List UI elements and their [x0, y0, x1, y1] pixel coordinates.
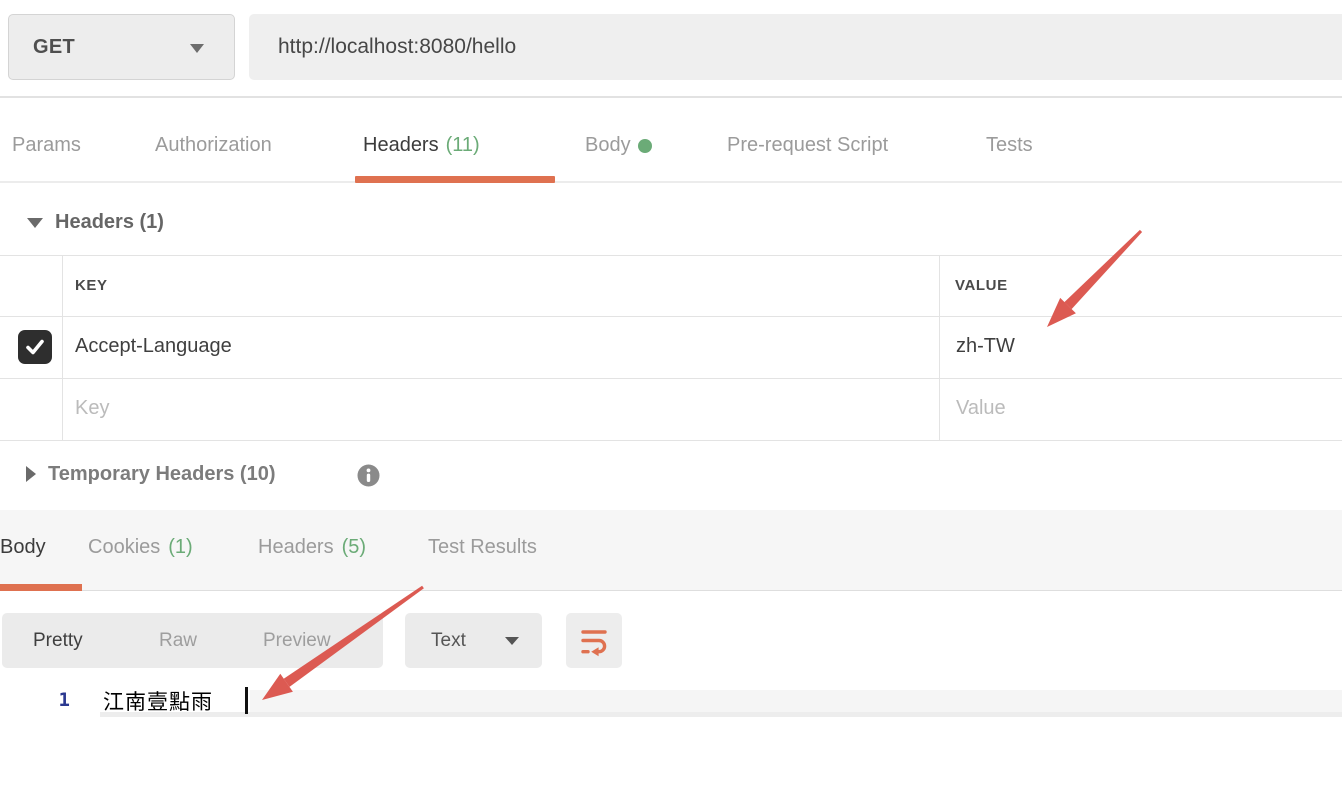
table-column-divider [62, 255, 63, 440]
table-border [0, 440, 1342, 441]
url-input[interactable]: http://localhost:8080/hello [249, 14, 1342, 80]
column-header-value: VALUE [955, 277, 1008, 294]
tab-pre-request-script[interactable]: Pre-request Script [727, 110, 888, 181]
header-row-checkbox[interactable] [18, 330, 52, 364]
format-dropdown[interactable]: Text [405, 613, 542, 668]
active-tab-underline [355, 176, 555, 183]
raw-button[interactable]: Raw [159, 613, 197, 668]
body-content-dot-icon [638, 139, 652, 153]
method-label: GET [33, 36, 75, 59]
editor-line-highlight [250, 690, 1342, 712]
response-tab-test-results[interactable]: Test Results [428, 510, 537, 584]
request-tabs-bar: Params Authorization Headers (11) Body P… [0, 110, 1342, 183]
tab-label: Test Results [428, 536, 537, 559]
tab-tests[interactable]: Tests [986, 110, 1033, 181]
table-border [0, 378, 1342, 379]
tab-label: Tests [986, 134, 1033, 157]
header-value-cell[interactable]: zh-TW [956, 335, 1015, 358]
chevron-down-icon [190, 44, 204, 53]
tab-label: Pre-request Script [727, 134, 888, 157]
new-key-input[interactable]: Key [75, 397, 109, 420]
tab-label: Headers [258, 536, 334, 559]
chevron-down-icon [505, 637, 519, 645]
table-column-divider [939, 255, 940, 440]
tab-label: Params [12, 134, 81, 157]
postman-window: GET http://localhost:8080/hello Params A… [0, 0, 1342, 786]
wrap-text-icon [578, 624, 610, 658]
tab-count-badge: (5) [342, 536, 366, 559]
temporary-headers-title[interactable]: Temporary Headers (10) [48, 463, 276, 486]
tab-count-badge: (1) [168, 536, 192, 559]
button-label: Pretty [33, 630, 83, 652]
topbar-divider [0, 96, 1342, 98]
pretty-button[interactable]: Pretty [33, 613, 83, 668]
editor-line-highlight [100, 712, 1342, 717]
header-key-cell[interactable]: Accept-Language [75, 335, 232, 358]
url-text: http://localhost:8080/hello [278, 35, 516, 59]
active-response-tab-underline [0, 584, 82, 591]
new-value-input[interactable]: Value [956, 397, 1006, 420]
button-label: Preview [263, 630, 331, 652]
column-header-key: KEY [75, 277, 108, 294]
tab-label: Body [585, 134, 631, 157]
collapse-caret-right-icon[interactable] [26, 466, 36, 482]
tab-params[interactable]: Params [12, 110, 81, 181]
response-tab-headers[interactable]: Headers (5) [258, 510, 366, 584]
headers-section-title[interactable]: Headers (1) [55, 211, 164, 234]
collapse-caret-down-icon[interactable] [27, 218, 43, 228]
table-border [0, 255, 1342, 256]
preview-button[interactable]: Preview [263, 613, 331, 668]
method-dropdown[interactable]: GET [8, 14, 235, 80]
tab-count-badge: (11) [446, 134, 480, 157]
tab-headers[interactable]: Headers (11) [363, 110, 480, 181]
text-cursor [245, 687, 248, 714]
response-tabs-bar [0, 510, 1342, 591]
editor-line-number: 1 [48, 689, 70, 711]
table-border [0, 316, 1342, 317]
button-label: Raw [159, 630, 197, 652]
response-body-text[interactable]: 江南壹點雨 [103, 686, 213, 716]
tab-label: Body [0, 536, 46, 559]
tab-body[interactable]: Body [585, 110, 652, 181]
annotation-arrow-value [1047, 230, 1142, 327]
info-icon[interactable] [357, 464, 380, 487]
checkmark-icon [24, 336, 46, 358]
format-label: Text [431, 630, 466, 652]
tab-label: Cookies [88, 536, 160, 559]
wrap-lines-button[interactable] [566, 613, 622, 668]
tab-label: Headers [363, 134, 439, 157]
tab-label: Authorization [155, 134, 272, 157]
response-tab-body[interactable]: Body [0, 510, 46, 584]
tab-authorization[interactable]: Authorization [155, 110, 272, 181]
response-tab-cookies[interactable]: Cookies (1) [88, 510, 193, 584]
